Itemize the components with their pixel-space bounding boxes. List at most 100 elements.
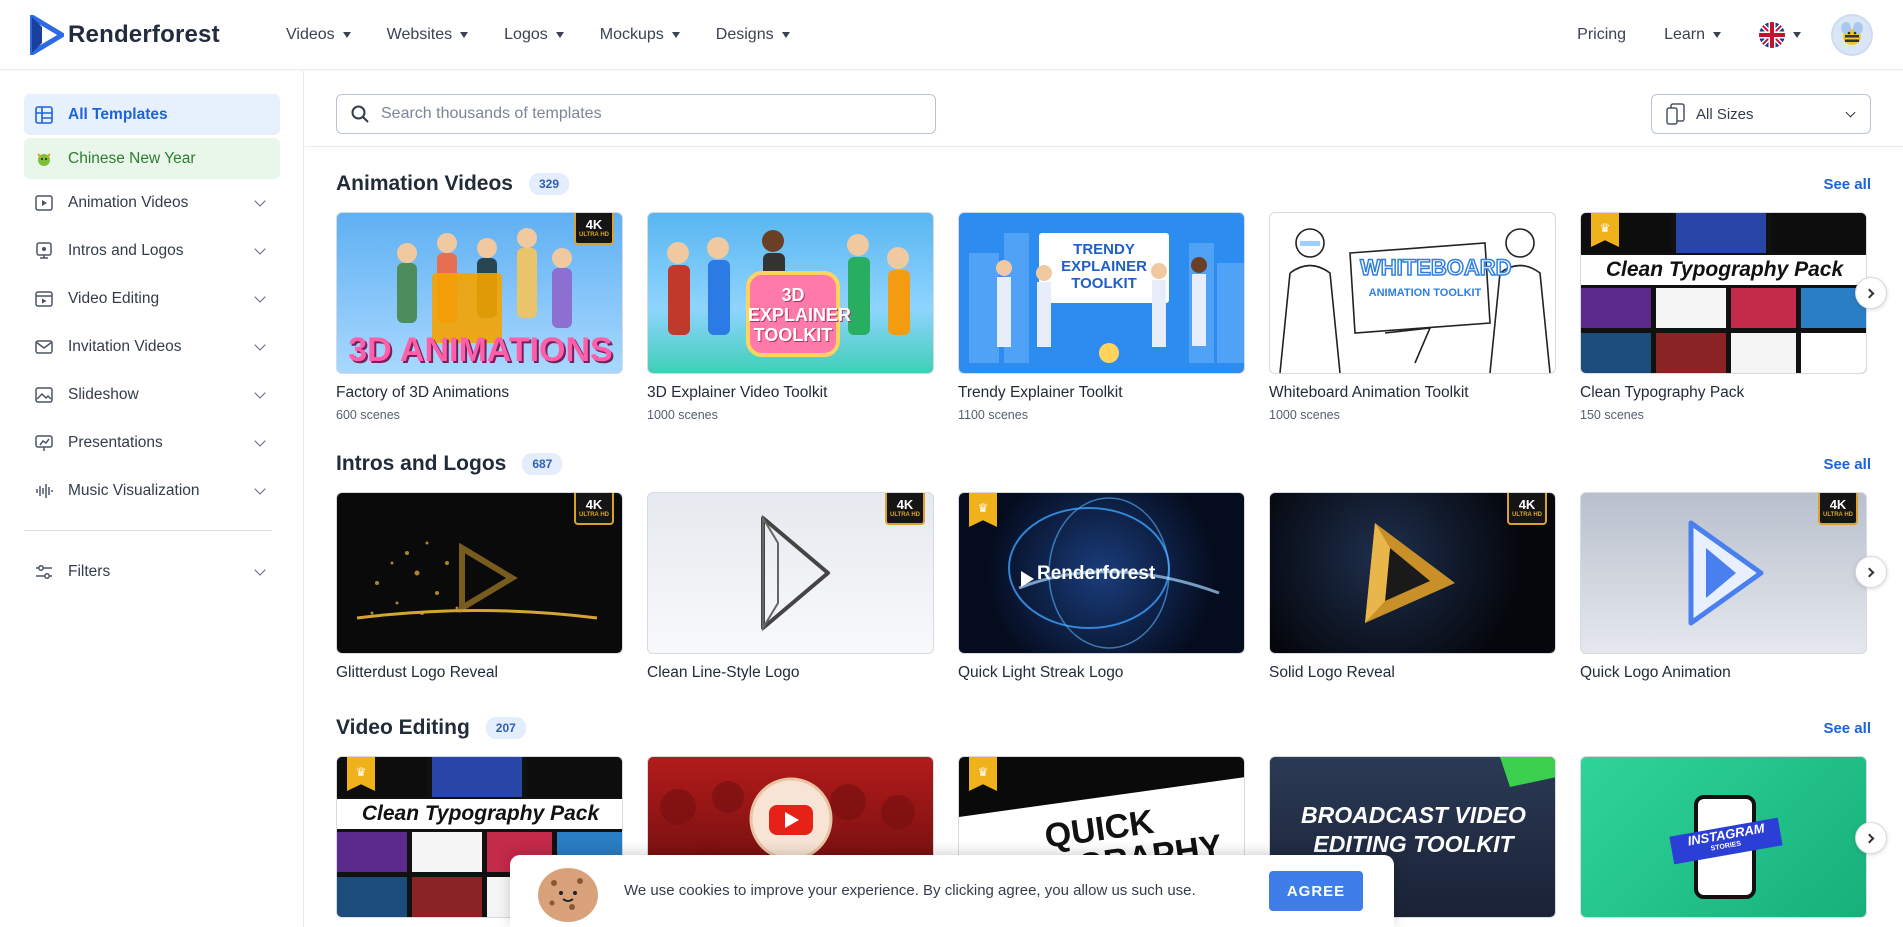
section-title: Intros and Logos (336, 452, 507, 475)
sidebar-filters[interactable]: Filters (24, 551, 280, 592)
main-nav: Videos Websites Logos Mockups Designs (286, 0, 826, 70)
card-scenes: 1000 scenes (1269, 408, 1340, 422)
card-title: Trendy Explainer Toolkit (958, 384, 1123, 401)
template-card[interactable]: 3D ANIMATIONS 4K ULTRA HD Factory of 3D A… (336, 212, 623, 422)
sidebar-item-label: Chinese New Year (68, 149, 196, 167)
sidebar-item-intros-logos[interactable]: Intros and Logos (24, 230, 280, 271)
template-thumbnail: INSTAGRAM STORIES (1580, 756, 1867, 918)
carousel-next-button[interactable] (1855, 277, 1887, 309)
search-box[interactable] (336, 94, 936, 134)
template-card[interactable]: 4K ULTRA HD Quick Logo Animation (1580, 492, 1867, 682)
template-thumbnail: 4K ULTRA HD (647, 492, 934, 654)
sidebar-item-music-visualization[interactable]: Music Visualization (24, 470, 280, 511)
template-card[interactable]: INSTAGRAM STORIES (1580, 756, 1867, 918)
card-title: 3D Explainer Video Toolkit (647, 384, 828, 401)
sidebar-divider (24, 530, 272, 531)
top-header: Renderforest Videos Websites Logos Mocku… (0, 0, 1903, 70)
template-card[interactable]: Clean Typography Pack ♛ Clean Typography… (1580, 212, 1867, 422)
nav-videos[interactable]: Videos (286, 26, 351, 44)
thumbnail-art-text: Clean Typography Pack (361, 802, 600, 825)
card-scenes: 150 scenes (1580, 408, 1644, 422)
template-card[interactable]: Renderforest ♛ Quick Light Streak Logo (958, 492, 1245, 682)
template-thumbnail: 3D EXPLAINER TOOLKIT (647, 212, 934, 374)
size-filter-dropdown[interactable]: All Sizes (1651, 94, 1871, 134)
chevron-down-icon (254, 339, 266, 351)
4k-badge: 4K ULTRA HD (885, 493, 925, 525)
sidebar-item-label: All Templates (68, 105, 168, 123)
pricing-link[interactable]: Pricing (1577, 26, 1626, 44)
template-card[interactable]: WHITEBOARD ANIMATION TOOLKIT Whiteboard … (1269, 212, 1556, 422)
chevron-right-icon (1864, 567, 1875, 577)
see-all-link[interactable]: See all (1823, 456, 1871, 473)
section-title: Video Editing (336, 716, 470, 739)
carousel-next-button[interactable] (1855, 822, 1887, 854)
count-badge: 329 (528, 173, 570, 195)
sidebar-item-all-templates[interactable]: All Templates (24, 94, 280, 135)
caret-down-icon (781, 32, 790, 38)
audio-wave-icon (34, 481, 54, 501)
section-title: Animation Videos (336, 172, 513, 195)
template-card[interactable]: 4K ULTRA HD Clean Line-Style Logo (647, 492, 934, 682)
slideshow-icon (34, 385, 54, 405)
chevron-down-icon (254, 291, 266, 303)
template-thumbnail: WHITEBOARD ANIMATION TOOLKIT (1269, 212, 1556, 374)
thumbnail-art-text: Renderforest (1037, 563, 1156, 584)
section-header-intros-logos: Intros and Logos 687 (336, 452, 563, 476)
user-avatar[interactable] (1831, 14, 1873, 56)
thumbnail-art-text: 3D EXPLAINER TOOLKIT (748, 285, 852, 345)
language-selector[interactable] (1759, 22, 1801, 48)
nav-logos[interactable]: Logos (504, 26, 564, 44)
4k-label: 4K (585, 496, 603, 512)
card-scenes: 600 scenes (336, 408, 400, 422)
sidebar-item-presentations[interactable]: Presentations (24, 422, 280, 463)
cookie-icon (538, 868, 598, 922)
template-thumbnail: 4K ULTRA HD (336, 492, 623, 654)
see-all-link[interactable]: See all (1823, 720, 1871, 737)
chevron-down-icon (254, 387, 266, 399)
learn-menu[interactable]: Learn (1664, 26, 1721, 44)
thumbnail-art-text: BROADCAST VIDEO EDITING TOOLKIT (1301, 802, 1526, 857)
4k-badge: 4K ULTRA HD (574, 213, 614, 245)
carousel-next-button[interactable] (1855, 556, 1887, 588)
renderforest-logo-icon (30, 15, 64, 55)
see-all-link[interactable]: See all (1823, 176, 1871, 193)
caret-down-icon (342, 32, 351, 38)
filter-sliders-icon (34, 562, 54, 582)
chevron-down-icon (254, 564, 266, 576)
sidebar-item-animation-videos[interactable]: Animation Videos (24, 182, 280, 223)
nav-mockups-label: Mockups (599, 26, 664, 43)
card-title: Factory of 3D Animations (336, 384, 510, 401)
uk-flag-icon (1759, 22, 1785, 48)
count-badge: 207 (485, 717, 526, 739)
sidebar-item-label: Music Visualization (68, 481, 200, 499)
template-card[interactable]: 3D EXPLAINER TOOLKIT 3D Explainer Video … (647, 212, 934, 422)
template-card[interactable]: TRENDY EXPLAINER TOOLKIT Trendy Explaine… (958, 212, 1245, 422)
sidebar-item-chinese-new-year[interactable]: Chinese New Year (24, 138, 280, 179)
nav-websites[interactable]: Websites (387, 26, 469, 44)
thumbnail-art-subtext: ANIMATION TOOLKIT (1368, 287, 1482, 299)
nav-designs[interactable]: Designs (716, 26, 790, 44)
template-card[interactable]: 4K ULTRA HD Solid Logo Reveal (1269, 492, 1556, 682)
template-thumbnail: 3D ANIMATIONS 4K ULTRA HD (336, 212, 623, 374)
caret-down-icon (460, 32, 469, 38)
caret-down-icon (1793, 32, 1801, 38)
4k-badge: 4K ULTRA HD (1818, 493, 1858, 525)
card-title: Clean Line-Style Logo (647, 664, 800, 681)
brand-logo[interactable]: Renderforest (30, 15, 220, 55)
agree-button[interactable]: AGREE (1269, 871, 1363, 911)
caret-down-icon (1713, 32, 1721, 38)
card-title: Quick Light Streak Logo (958, 664, 1124, 681)
nav-mockups[interactable]: Mockups (600, 26, 680, 44)
nav-websites-label: Websites (386, 26, 453, 43)
sidebar-item-video-editing[interactable]: Video Editing (24, 278, 280, 319)
sidebar: All Templates Chinese New Year Animation… (0, 71, 304, 927)
grid-icon (34, 105, 54, 125)
chevron-right-icon (1864, 288, 1875, 298)
sidebar-item-invitation-videos[interactable]: Invitation Videos (24, 326, 280, 367)
filters-label: Filters (68, 562, 111, 580)
search-input[interactable] (381, 105, 901, 123)
template-card[interactable]: 4K ULTRA HD Glitterdust Logo Reveal (336, 492, 623, 682)
sidebar-item-slideshow[interactable]: Slideshow (24, 374, 280, 415)
section-header-animation-videos: Animation Videos 329 (336, 172, 570, 196)
sidebar-item-label: Presentations (68, 433, 163, 451)
